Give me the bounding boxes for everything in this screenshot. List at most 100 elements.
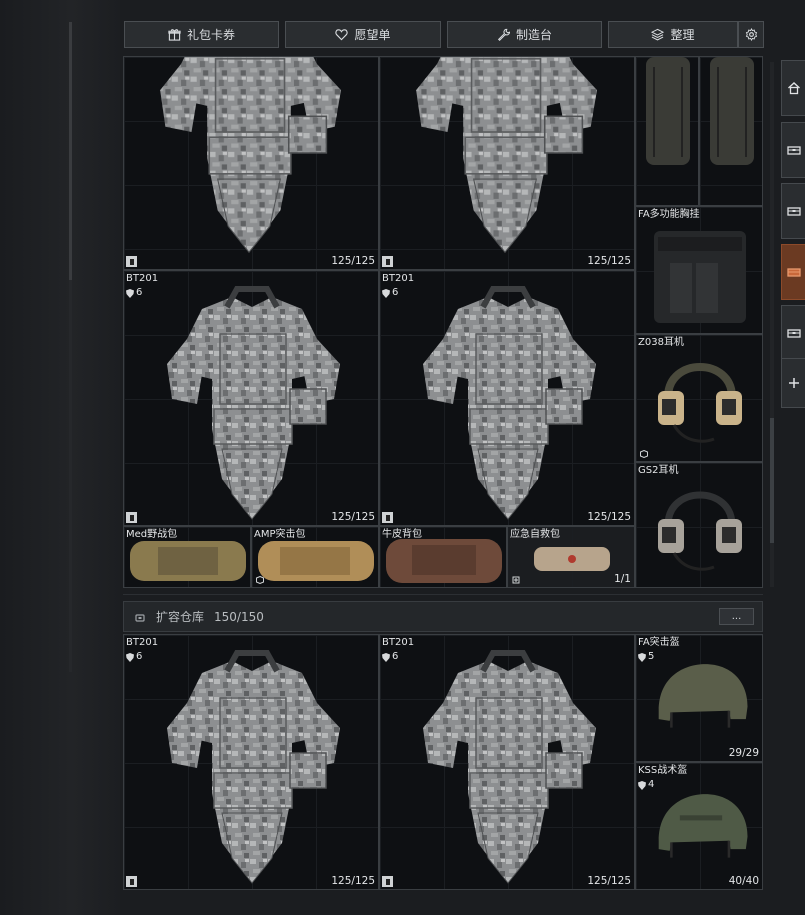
shield-icon	[382, 288, 390, 298]
sort-label: 整理	[670, 28, 695, 42]
item-name: BT201	[126, 273, 159, 284]
storage-box-icon	[786, 268, 801, 277]
headset-image	[658, 363, 742, 443]
item-name: 牛皮背包	[382, 529, 422, 540]
item-name: BT201	[126, 637, 159, 648]
item-name: Med野战包	[126, 529, 178, 540]
gear-icon	[745, 28, 757, 41]
helmet-image	[658, 664, 748, 728]
crafting-button[interactable]: 制造台	[447, 21, 602, 48]
item-vest-d[interactable]: BT201 6 125/125	[379, 634, 635, 890]
shield-icon	[126, 288, 134, 298]
item-emergency-kit[interactable]: 应急自救包 1/1	[507, 526, 635, 588]
wishlist-label: 愿望单	[354, 28, 391, 42]
armor-type-badge	[126, 256, 137, 267]
durability-value: 125/125	[331, 511, 375, 523]
armor-type-badge	[126, 876, 137, 887]
armor-icon	[385, 878, 390, 885]
armor-type-badge	[382, 512, 393, 523]
item-vest-b[interactable]: BT201 6 125/125	[379, 270, 635, 526]
armor-type-badge	[382, 876, 393, 887]
durability-value: 29/29	[728, 747, 759, 759]
sort-settings-button[interactable]	[738, 21, 764, 48]
item-amp-assault-bag[interactable]: AMP突击包	[251, 526, 379, 588]
medical-icon	[512, 576, 519, 583]
sort-button[interactable]: 整理	[608, 21, 738, 48]
item-fa-assault-helmet[interactable]: FA突击盔 5 29/29	[635, 634, 763, 762]
item-vest-top-1[interactable]: 125/125	[123, 56, 379, 270]
side-nav-storage-2[interactable]	[781, 183, 805, 239]
wishlist-button[interactable]: 愿望单	[285, 21, 441, 48]
cube-icon	[255, 575, 264, 584]
item-name: KSS战术盔	[638, 765, 688, 776]
expansion-title: 扩容仓库	[156, 610, 205, 624]
item-pouch-2[interactable]	[699, 56, 763, 206]
item-name: 应急自救包	[510, 529, 560, 540]
gift-card-button[interactable]: 礼包卡券	[124, 21, 279, 48]
item-vest-c[interactable]: BT201 6 125/125	[123, 634, 379, 890]
armor-level-value: 5	[648, 651, 655, 662]
item-headset-z038[interactable]: Z038耳机	[635, 334, 763, 462]
item-name: GS2耳机	[638, 465, 679, 476]
armor-level: 6	[126, 651, 142, 663]
item-name: FA多功能胸挂	[638, 209, 700, 220]
item-headset-gs2[interactable]: GS2耳机	[635, 462, 763, 588]
item-leather-backpack[interactable]: 牛皮背包	[379, 526, 507, 588]
helmet-image	[658, 794, 748, 858]
body-armor-image	[134, 56, 364, 267]
body-armor-image	[139, 279, 365, 526]
item-name: AMP突击包	[254, 529, 306, 540]
home-icon	[787, 82, 800, 95]
item-chest-rig[interactable]: FA多功能胸挂	[635, 206, 763, 334]
armor-icon	[385, 258, 390, 265]
durability-value: 125/125	[331, 255, 375, 267]
armor-level-value: 6	[392, 287, 399, 298]
durability-value: 125/125	[587, 511, 631, 523]
expansion-storage-header[interactable]: 扩容仓库 150/150 ...	[123, 601, 763, 632]
side-nav-storage-1[interactable]	[781, 122, 805, 178]
body-armor-image	[390, 56, 620, 267]
storage-box-icon	[786, 146, 801, 155]
armor-level: 4	[638, 779, 654, 791]
crafting-label: 制造台	[515, 28, 552, 42]
item-name: BT201	[382, 273, 415, 284]
storage-lock-icon	[135, 613, 145, 622]
storage-box-icon	[786, 329, 801, 338]
left-panel-background	[0, 0, 120, 915]
gift-icon	[168, 29, 181, 41]
expansion-capacity: 150/150	[214, 609, 264, 624]
item-vest-top-2[interactable]: 125/125	[379, 56, 635, 270]
item-med-field-bag[interactable]: Med野战包	[123, 526, 251, 588]
more-options-button[interactable]: ...	[719, 608, 754, 625]
durability-value: 125/125	[587, 875, 631, 887]
side-nav-storage-3[interactable]	[781, 244, 805, 300]
item-vest-a[interactable]: BT201 6 125/125	[123, 270, 379, 526]
side-nav-storage-4[interactable]	[781, 305, 805, 361]
side-nav-home[interactable]	[781, 60, 805, 116]
storage-scroll-thumb[interactable]	[770, 418, 774, 543]
armor-level-value: 6	[136, 651, 143, 662]
pouch-image	[646, 57, 690, 165]
left-scrollbar[interactable]	[69, 22, 72, 280]
shield-icon	[382, 652, 390, 662]
medkit-image	[534, 547, 610, 571]
medkit-badge	[510, 574, 521, 585]
side-nav-add[interactable]	[781, 358, 805, 408]
item-pouch-1[interactable]	[635, 56, 699, 206]
armor-icon	[385, 514, 390, 521]
body-armor-image	[395, 279, 621, 526]
body-armor-image	[139, 643, 365, 890]
item-count: 1/1	[614, 573, 631, 585]
armor-level-value: 4	[648, 779, 655, 790]
storage-box-icon	[786, 207, 801, 216]
armor-type-badge	[382, 256, 393, 267]
chest-rig-image	[654, 231, 746, 323]
durability-value: 125/125	[587, 255, 631, 267]
item-name: BT201	[382, 637, 415, 648]
durability-value: 40/40	[728, 875, 759, 887]
shield-icon	[638, 780, 646, 790]
item-kss-tactical-helmet[interactable]: KSS战术盔 4 40/40	[635, 762, 763, 890]
item-name: FA突击盔	[638, 637, 680, 648]
cube-icon	[639, 449, 648, 458]
body-armor-image	[395, 643, 621, 890]
